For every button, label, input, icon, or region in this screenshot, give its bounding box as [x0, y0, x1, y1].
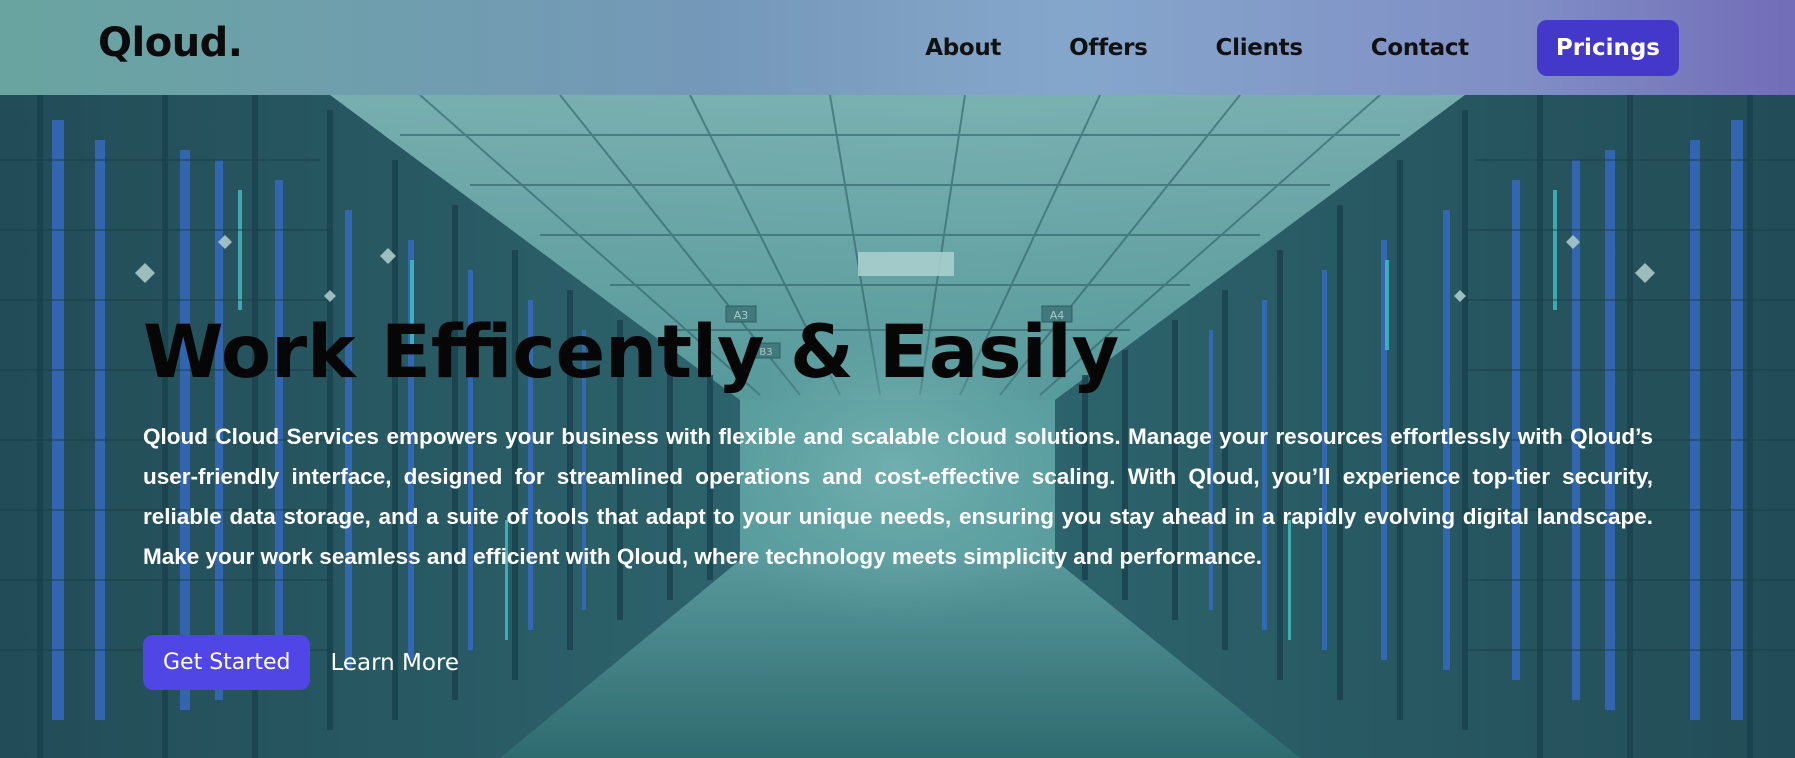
pricings-button[interactable]: Pricings	[1536, 20, 1679, 76]
nav-link-contact[interactable]: Contact	[1371, 35, 1469, 61]
nav-link-clients[interactable]: Clients	[1216, 35, 1304, 61]
site-header: Qloud. About Offers Clients Contact Pric…	[0, 0, 1795, 95]
page: A3 A4 B3 Qloud. About Offers Clients Con…	[0, 0, 1795, 758]
nav-link-about[interactable]: About	[925, 35, 1001, 61]
hero-actions: Get Started Learn More	[143, 635, 459, 690]
learn-more-link[interactable]: Learn More	[330, 650, 459, 676]
hero-title: Work Efficently & Easily	[143, 310, 1120, 395]
main-nav: About Offers Clients Contact Pricings	[925, 20, 1679, 76]
get-started-button[interactable]: Get Started	[143, 635, 311, 690]
nav-link-offers[interactable]: Offers	[1069, 35, 1148, 61]
brand-logo[interactable]: Qloud.	[98, 20, 243, 66]
hero-description: Qloud Cloud Services empowers your busin…	[143, 424, 1653, 569]
